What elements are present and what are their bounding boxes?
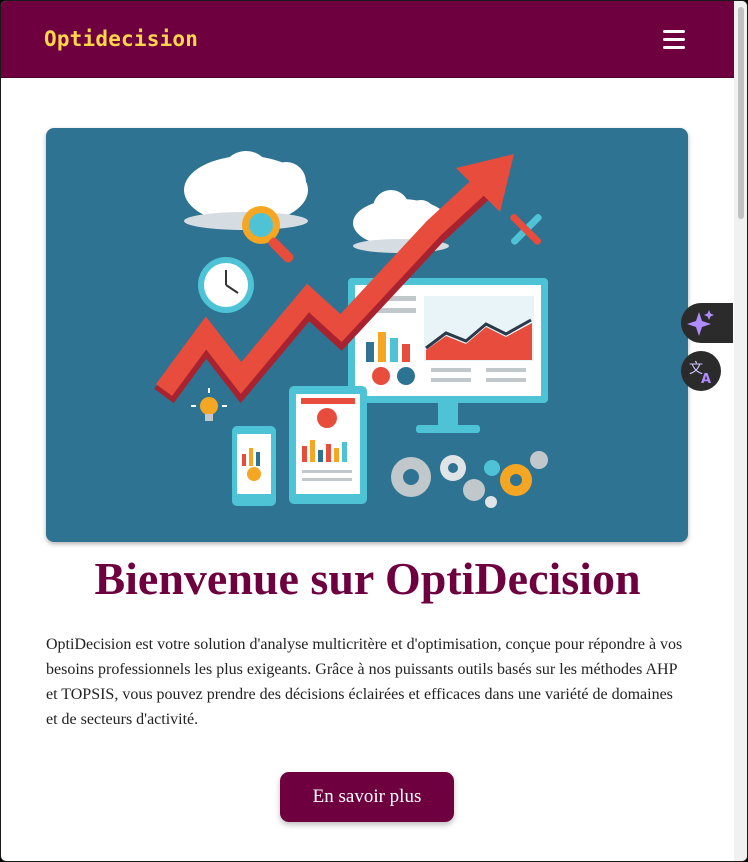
translate-icon: 文 A bbox=[689, 361, 711, 387]
navbar: Optidecision bbox=[1, 1, 734, 78]
browser-window: Optidecision Bienvenue sur OptiDecision … bbox=[0, 0, 748, 862]
svg-text:A: A bbox=[701, 372, 711, 387]
analytics-illustration bbox=[154, 151, 548, 508]
translate-button[interactable]: 文 A bbox=[681, 351, 721, 391]
intro-paragraph: OptiDecision est votre solution d'analys… bbox=[46, 636, 683, 728]
gears-icon bbox=[391, 451, 548, 508]
page-title: Bienvenue sur OptiDecision bbox=[94, 553, 641, 604]
scrollbar-thumb[interactable] bbox=[738, 7, 744, 219]
lightbulb-icon bbox=[191, 388, 227, 421]
clock-icon bbox=[198, 257, 254, 313]
hamburger-menu-icon[interactable] bbox=[663, 30, 685, 50]
sparkle-icon bbox=[687, 310, 714, 336]
phone-icon bbox=[232, 426, 276, 506]
brand-logo[interactable]: Optidecision bbox=[44, 27, 198, 51]
ai-assistant-button[interactable] bbox=[681, 303, 733, 343]
tools-icon bbox=[510, 213, 542, 245]
hero-image bbox=[46, 128, 688, 542]
tablet-icon bbox=[289, 386, 367, 504]
learn-more-button[interactable]: En savoir plus bbox=[280, 772, 454, 822]
